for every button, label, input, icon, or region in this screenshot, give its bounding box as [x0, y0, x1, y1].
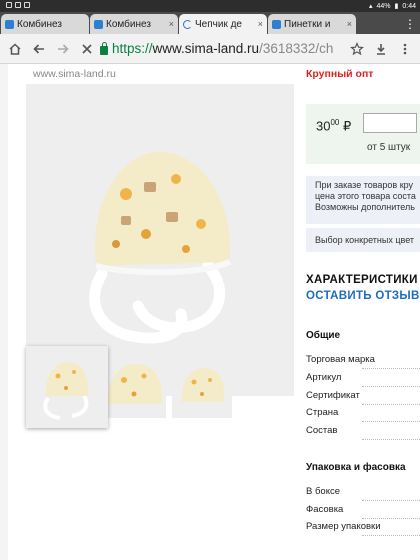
- browser-tab-active[interactable]: Чепчик де ×: [179, 14, 267, 34]
- spec-row: Торговая марка: [306, 354, 420, 369]
- tab-title: Комбинез: [106, 18, 151, 30]
- page-left-margin: [0, 64, 8, 560]
- leave-review-link[interactable]: ОСТАВИТЬ ОТЗЫВ: [306, 290, 420, 302]
- spec-row: Страна: [306, 407, 420, 422]
- tab-close-icon[interactable]: ×: [169, 19, 174, 29]
- back-icon[interactable]: [28, 38, 50, 60]
- spec-row: Фасовка: [306, 504, 420, 519]
- site-favicon-icon: [5, 19, 14, 29]
- tab-title: Чепчик де: [195, 18, 242, 30]
- clock: 0:44: [402, 2, 416, 10]
- spec-row: Размер упаковки: [306, 521, 420, 536]
- lock-icon: [100, 41, 108, 55]
- browser-toolbar: https://www.sima-land.ru/3618332/ch: [0, 34, 420, 64]
- min-quantity-text: от 5 штук: [367, 142, 411, 153]
- url-scheme: https://: [112, 41, 153, 56]
- wholesale-badge: Крупный опт: [306, 68, 374, 80]
- price-panel: 3000 ₽ от 5 штук: [306, 104, 420, 164]
- price-main: 30: [316, 118, 331, 134]
- stop-loading-icon[interactable]: [76, 38, 98, 60]
- url-text: https://www.sima-land.ru/3618332/ch: [112, 41, 333, 56]
- signal-icon: ▴: [368, 3, 373, 10]
- site-favicon-icon: [94, 19, 103, 29]
- spec-row: Сертификат: [306, 390, 420, 405]
- forward-icon[interactable]: [52, 38, 74, 60]
- spec-row: Артикул: [306, 372, 420, 387]
- wholesale-note: При заказе товаров кру цена этого товара…: [306, 176, 420, 224]
- note-line: При заказе товаров кру: [315, 180, 414, 190]
- loading-spinner-icon: [183, 19, 192, 29]
- browser-tab[interactable]: Комбинез ×: [90, 14, 178, 34]
- spec-row: Состав: [306, 425, 420, 440]
- color-selection-note[interactable]: Выбор конкретных цвет: [306, 228, 420, 252]
- price: 3000 ₽: [316, 118, 351, 134]
- notification-icon: [24, 2, 30, 8]
- tab-close-icon[interactable]: ×: [347, 19, 352, 29]
- thumbnail[interactable]: [106, 356, 166, 418]
- tab-title: Комбинез: [17, 18, 62, 30]
- battery-percent: 44%: [376, 2, 391, 10]
- section-title-general: Общие: [306, 330, 341, 341]
- status-bar: ▴ 44% ▮ 0:44: [0, 0, 420, 12]
- page-content: www.sima-land.ru Крупный опт 3000 ₽ от 5…: [0, 64, 420, 560]
- browser-tab[interactable]: Пинетки и ×: [268, 14, 356, 34]
- thumbnail[interactable]: [172, 356, 232, 418]
- address-bar[interactable]: https://www.sima-land.ru/3618332/ch: [100, 38, 344, 60]
- url-host: www.sima-land.ru: [152, 41, 260, 56]
- home-icon[interactable]: [4, 38, 26, 60]
- quantity-input[interactable]: [363, 113, 417, 133]
- site-watermark-link[interactable]: www.sima-land.ru: [33, 68, 116, 80]
- browser-tab[interactable]: Комбинез: [1, 14, 89, 34]
- note-line: Возможны дополнитель: [315, 202, 415, 212]
- bookmark-star-icon[interactable]: [346, 38, 368, 60]
- more-menu-icon[interactable]: [394, 38, 416, 60]
- tab-strip: Комбинез Комбинез × Чепчик де × Пинетки …: [0, 12, 420, 34]
- status-notification-icons: [6, 2, 30, 8]
- price-cents: 00: [330, 118, 340, 127]
- tab-overflow-icon[interactable]: ⋮: [400, 14, 420, 34]
- characteristics-tab[interactable]: ХАРАКТЕРИСТИКИ: [306, 274, 418, 286]
- price-currency: ₽: [343, 118, 352, 134]
- note-line: цена этого товара соста: [315, 191, 416, 201]
- tab-title: Пинетки и: [284, 18, 331, 30]
- notification-icon: [15, 2, 21, 8]
- notification-icon: [6, 2, 12, 8]
- spec-row: В боксе: [306, 486, 420, 501]
- download-icon[interactable]: [370, 38, 392, 60]
- battery-icon: ▮: [394, 3, 399, 10]
- site-favicon-icon: [272, 19, 281, 29]
- tab-close-icon[interactable]: ×: [258, 19, 263, 29]
- section-title-packaging: Упаковка и фасовка: [306, 462, 406, 473]
- thumbnail-selected[interactable]: [26, 346, 108, 428]
- url-path: /3618332/ch: [259, 41, 334, 56]
